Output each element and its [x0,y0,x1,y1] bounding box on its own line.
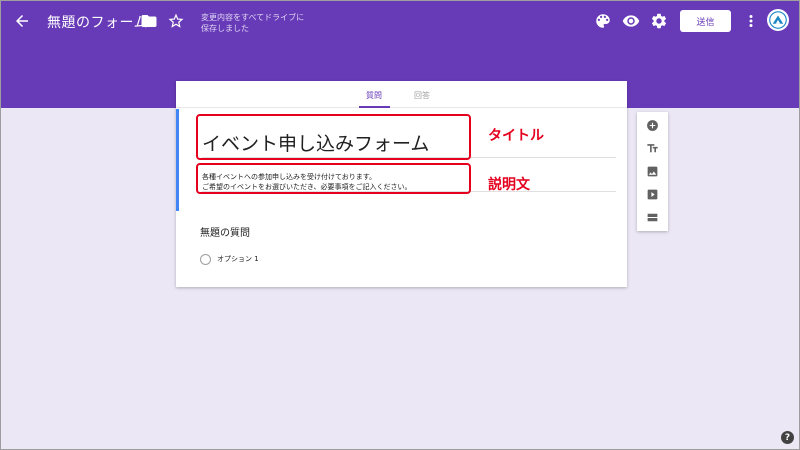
side-toolbar [637,112,668,231]
active-tab-indicator [359,106,390,108]
title-annotation-label: タイトル [488,128,544,144]
avatar-logo-icon [769,11,787,29]
more-vert-icon[interactable] [740,10,762,32]
palette-icon[interactable] [592,10,614,32]
tab-responses[interactable]: 回答 [414,90,430,101]
add-question-icon[interactable] [645,118,659,132]
question-title[interactable]: 無題の質問 [200,224,250,239]
settings-gear-icon[interactable] [648,10,670,32]
send-button[interactable]: 送信 [680,10,731,32]
folder-icon[interactable] [138,10,160,32]
description-highlight-box [196,163,471,194]
form-name[interactable]: 無題のフォーム [47,12,148,32]
title-highlight-box [196,114,471,160]
description-annotation-label: 説明文 [488,177,530,193]
add-title-icon[interactable] [645,141,659,155]
add-section-icon[interactable] [645,210,659,224]
star-icon[interactable] [165,10,187,32]
add-image-icon[interactable] [645,164,659,178]
account-avatar[interactable] [767,9,789,31]
add-video-icon[interactable] [645,187,659,201]
option-row[interactable]: オプション 1 [200,252,259,266]
radio-button[interactable] [200,253,211,265]
back-arrow-icon[interactable] [11,10,33,32]
preview-eye-icon[interactable] [620,10,642,32]
save-status-text: 変更内容をすべてドライブに保存しました [201,13,305,33]
tab-bar: 質問 回答 [176,81,627,108]
help-icon[interactable]: ? [781,431,794,444]
option-label: オプション 1 [217,255,259,263]
tab-questions[interactable]: 質問 [366,90,382,101]
